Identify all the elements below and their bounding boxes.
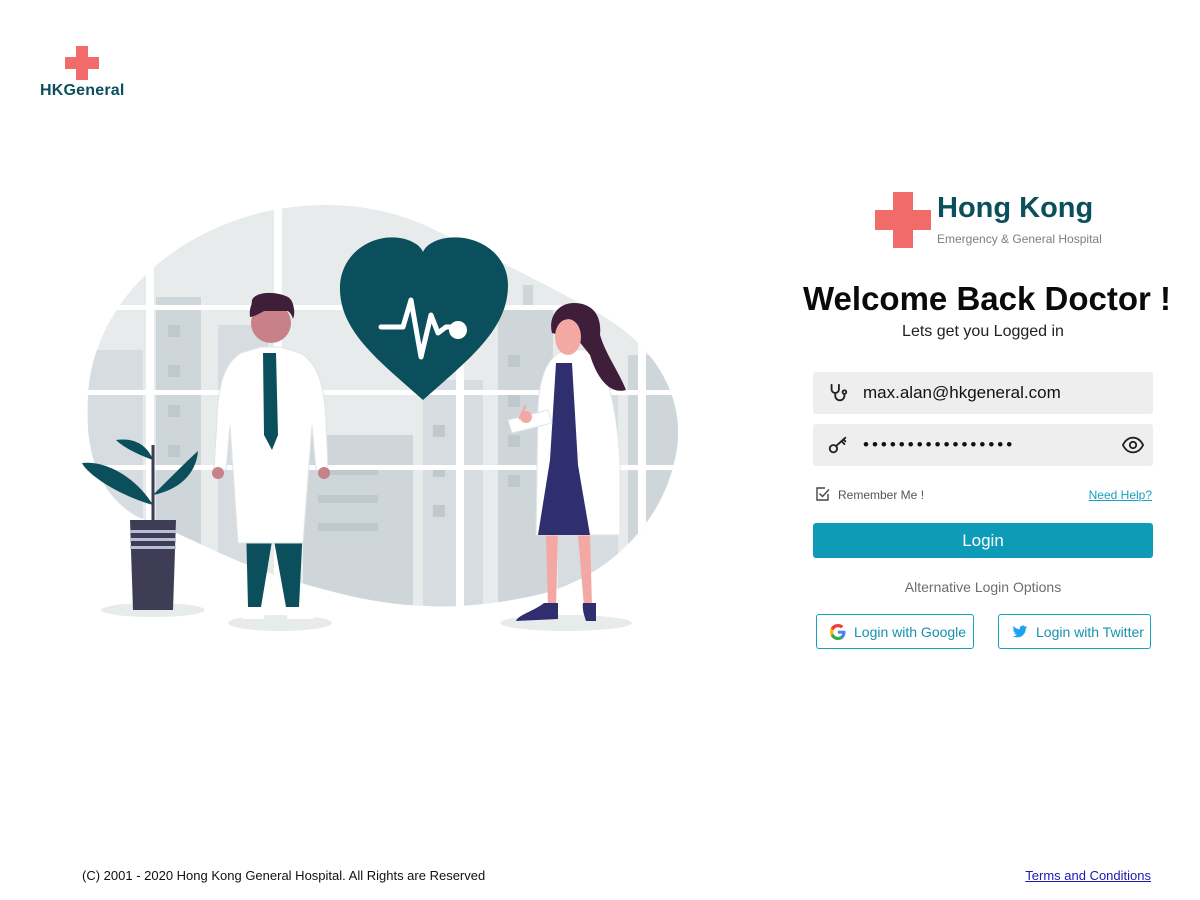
hospital-brand: Hong Kong Emergency & General Hospital	[875, 190, 1115, 248]
logo-text: HKGeneral	[40, 82, 125, 99]
email-field[interactable]	[813, 372, 1153, 414]
welcome-heading: Welcome Back Doctor !	[803, 280, 1171, 317]
login-with-twitter-button[interactable]: Login with Twitter	[998, 614, 1151, 649]
login-button[interactable]: Login	[813, 523, 1153, 558]
brand-subtitle: Emergency & General Hospital	[937, 232, 1102, 246]
doctors-illustration	[82, 205, 679, 631]
key-icon	[828, 436, 847, 454]
email-input[interactable]	[863, 372, 1113, 414]
need-help-link[interactable]: Need Help?	[1060, 488, 1152, 502]
login-with-google-button[interactable]: Login with Google	[816, 614, 974, 649]
twitter-icon	[1012, 625, 1028, 638]
red-cross-icon	[875, 192, 931, 248]
twitter-button-label: Login with Twitter	[1036, 624, 1144, 640]
brand-title: Hong Kong	[937, 192, 1094, 224]
password-input[interactable]	[863, 424, 1083, 466]
welcome-subheading: Lets get you Logged in	[902, 323, 1064, 340]
top-logo[interactable]: HKGeneral	[40, 46, 124, 100]
stethoscope-icon	[830, 383, 848, 402]
footer-copyright: (C) 2001 - 2020 Hong Kong General Hospit…	[82, 868, 486, 883]
google-icon	[830, 624, 846, 640]
google-button-label: Login with Google	[854, 624, 967, 640]
remember-me-label: Remember Me !	[838, 488, 925, 502]
alternative-login-label: Alternative Login Options	[904, 579, 1062, 595]
password-field[interactable]	[813, 424, 1153, 466]
eye-icon[interactable]	[1121, 434, 1145, 456]
terms-and-conditions-link[interactable]: Terms and Conditions	[1000, 868, 1151, 883]
red-cross-icon	[65, 46, 99, 80]
checkbox-icon[interactable]	[816, 487, 830, 501]
